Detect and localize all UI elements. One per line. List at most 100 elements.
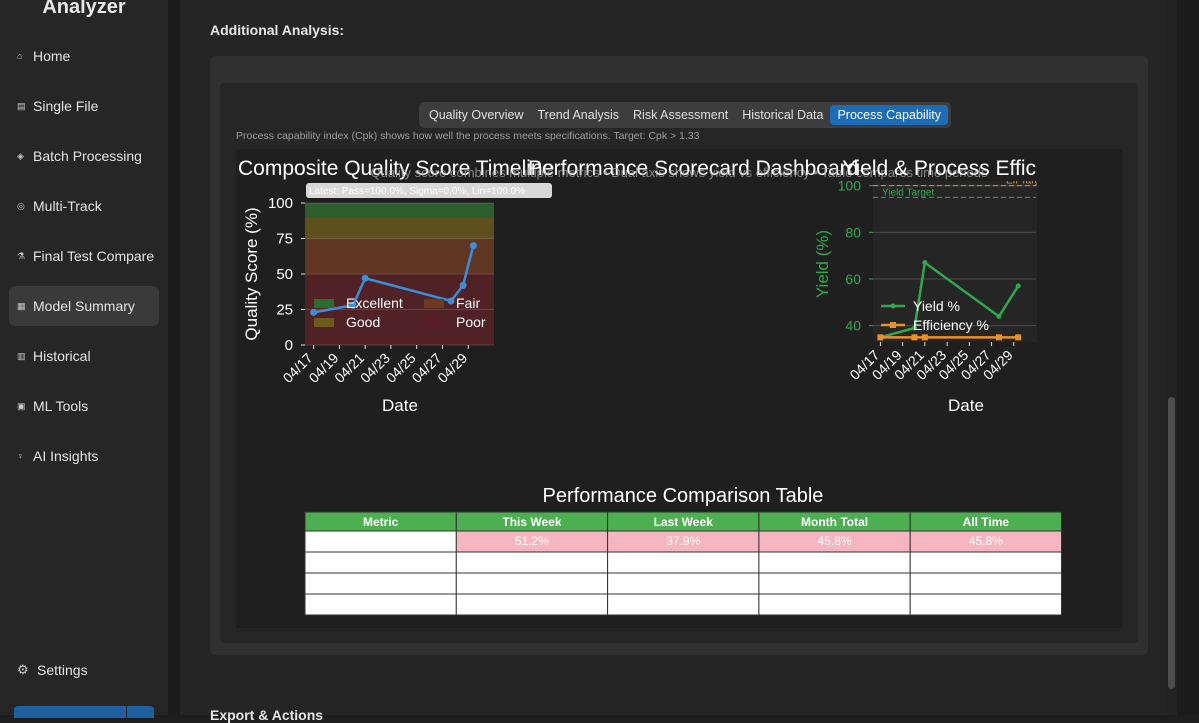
sidebar-gutter bbox=[168, 0, 180, 715]
primary-action-button[interactable] bbox=[14, 706, 126, 718]
table-cell bbox=[304, 572, 457, 595]
table-cell bbox=[304, 530, 457, 553]
sidebar-item-historical[interactable]: ▥ Historical bbox=[9, 336, 159, 376]
table-cell bbox=[304, 551, 457, 574]
sidebar-item-label: Single File bbox=[33, 98, 99, 114]
tab-bar: Quality Overview Trend Analysis Risk Asses… bbox=[419, 102, 951, 128]
y-tick-label: 100 bbox=[268, 195, 293, 212]
band-good bbox=[305, 217, 494, 239]
sidebar-item-label: Multi-Track bbox=[33, 198, 102, 214]
scrollbar-thumb[interactable] bbox=[1168, 397, 1175, 689]
legend-swatch bbox=[314, 318, 334, 327]
y-tick-label: 50 bbox=[276, 266, 293, 283]
legend-label: Good bbox=[346, 314, 380, 330]
table-cell bbox=[758, 593, 911, 616]
y-tick-label: 60 bbox=[845, 271, 861, 287]
table-cell bbox=[758, 572, 911, 595]
sidebar-item-ai-insights[interactable]: ♀ AI Insights bbox=[9, 436, 159, 476]
efficiency-point bbox=[911, 334, 918, 341]
table-header-label: All Time bbox=[963, 515, 1010, 529]
table-cell bbox=[909, 572, 1063, 595]
tab-quality-overview[interactable]: Quality Overview bbox=[422, 105, 530, 125]
legend-marker bbox=[890, 303, 896, 309]
section-title: Additional Analysis: bbox=[210, 22, 345, 38]
quality-point bbox=[459, 281, 467, 289]
sidebar-item-label: AI Insights bbox=[33, 448, 99, 464]
legend-label: Excellent bbox=[346, 295, 403, 311]
legend-label: Yield % bbox=[913, 298, 960, 314]
sidebar-item-label: Model Summary bbox=[33, 298, 135, 314]
efficiency-point bbox=[995, 334, 1002, 341]
bulb-icon: ♀ bbox=[17, 451, 24, 461]
y-tick-label: 100 bbox=[838, 178, 862, 194]
quality-point bbox=[361, 274, 369, 282]
table-cell bbox=[455, 593, 609, 616]
table-header-label: Metric bbox=[363, 515, 399, 529]
sidebar-item-final-test-compare[interactable]: ⚗ Final Test Compare bbox=[9, 236, 159, 276]
x-axis-label: Date bbox=[948, 396, 984, 415]
app-title: Analyzer bbox=[42, 0, 126, 18]
legend-swatch bbox=[424, 318, 444, 327]
x-axis-label: Date bbox=[382, 396, 418, 415]
legend-swatch bbox=[424, 299, 444, 308]
package-icon: ◈ bbox=[17, 150, 24, 161]
table-cell bbox=[909, 593, 1063, 616]
sidebar-item-home[interactable]: ⌂ Home bbox=[9, 36, 159, 76]
target-icon: ◎ bbox=[17, 200, 25, 211]
y-tick-label: 25 bbox=[276, 302, 293, 319]
reference-label: Yield Target bbox=[882, 187, 934, 198]
tab-historical-data[interactable]: Historical Data bbox=[735, 105, 830, 125]
sidebar-item-label: ML Tools bbox=[33, 398, 89, 414]
table-cell bbox=[607, 572, 760, 595]
tab-trend-analysis[interactable]: Trend Analysis bbox=[530, 105, 626, 125]
table-cell-value: 37.9% bbox=[666, 534, 700, 548]
sidebar-item-single-file[interactable]: ▤ Single File bbox=[9, 86, 159, 126]
table-cell-value: 51.2% bbox=[515, 534, 549, 548]
legend-marker bbox=[890, 322, 896, 328]
flask-icon: ⚗ bbox=[17, 250, 26, 261]
sidebar-item-label: Final Test Compare bbox=[33, 248, 155, 264]
dropdown-action-button[interactable] bbox=[127, 706, 154, 718]
table-cell bbox=[607, 551, 760, 574]
sidebar-item-settings[interactable]: ⚙ Settings bbox=[9, 650, 159, 690]
main-content: Additional Analysis: Quality Overview Tre… bbox=[180, 0, 1176, 715]
y-axis-label: Quality Score (%) bbox=[242, 207, 261, 340]
chart-icon: ▦ bbox=[17, 300, 26, 311]
sidebar-item-label: Batch Processing bbox=[33, 148, 142, 164]
tab-risk-assessment[interactable]: Risk Assessment bbox=[626, 105, 735, 125]
home-icon: ⌂ bbox=[17, 51, 23, 61]
quality-point bbox=[469, 242, 477, 250]
band-excellent bbox=[305, 203, 494, 218]
quality-point bbox=[447, 297, 455, 305]
sidebar-item-ml-tools[interactable]: ▣ ML Tools bbox=[9, 386, 159, 426]
y-axis-label: Yield (%) bbox=[813, 230, 832, 298]
table-cell-value: 45.8% bbox=[818, 534, 852, 548]
y-tick-label: 75 bbox=[276, 231, 293, 248]
legend-swatch bbox=[314, 299, 334, 308]
sidebar-item-model-summary[interactable]: ▦ Model Summary bbox=[9, 286, 159, 326]
efficiency-point bbox=[921, 334, 928, 341]
section-title-export: Export & Actions bbox=[210, 707, 324, 723]
analysis-panel: Quality Overview Trend Analysis Risk Asses… bbox=[210, 56, 1148, 655]
table-cell-value: 45.8% bbox=[969, 534, 1003, 548]
efficiency-point bbox=[877, 334, 884, 341]
tab-process-capability[interactable]: Process Capability bbox=[830, 105, 948, 125]
legend-label: Poor bbox=[456, 314, 486, 330]
sidebar-item-label: Home bbox=[33, 48, 71, 64]
table-cell bbox=[607, 593, 760, 616]
quality-point bbox=[310, 308, 318, 316]
y-tick-label: 0 bbox=[285, 337, 293, 354]
table-title: Performance Comparison Table bbox=[543, 485, 824, 507]
tab-container: Quality Overview Trend Analysis Risk Asses… bbox=[220, 83, 1138, 643]
sidebar: Analyzer ⌂ Home ▤ Single File ◈ Batch Process… bbox=[0, 0, 168, 718]
plot-area: 0 25 50 75 100 04/17 04/19 04/21 04/23 04/25 04/27… bbox=[236, 149, 1122, 628]
sidebar-item-batch-processing[interactable]: ◈ Batch Processing bbox=[9, 136, 159, 176]
table-header-label: This Week bbox=[502, 515, 561, 529]
tab-hint: Process capability index (Cpk) shows how… bbox=[236, 130, 700, 142]
table-cell bbox=[304, 593, 457, 616]
annotation-text: Latest: Pass=100.0%, Sigma=0.0%, Lin=100… bbox=[309, 186, 525, 197]
band-fair bbox=[305, 238, 494, 274]
table-cell bbox=[455, 572, 609, 595]
y-tick-label: 80 bbox=[845, 224, 861, 240]
sidebar-item-multi-track[interactable]: ◎ Multi-Track bbox=[9, 186, 159, 226]
